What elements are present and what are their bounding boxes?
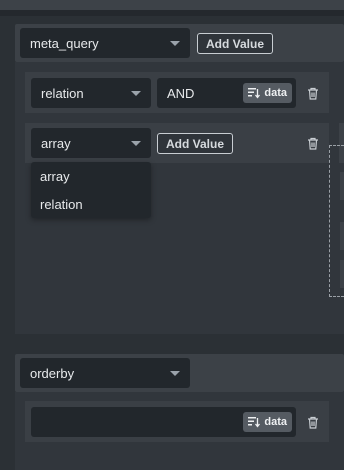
orderby-value-input[interactable]: data <box>31 407 296 437</box>
relation-value-input[interactable]: AND data <box>157 78 296 108</box>
orderby-data-label: data <box>264 416 287 428</box>
data-list-icon <box>248 417 261 428</box>
dropdown-option[interactable]: array <box>31 162 151 190</box>
array-key-dropdown: array relation <box>31 162 151 218</box>
nested-field-edge <box>340 260 344 288</box>
chevron-down-icon <box>131 140 141 146</box>
relation-data-label: data <box>264 87 287 99</box>
orderby-key-label: orderby <box>30 365 75 381</box>
trash-icon <box>308 87 318 100</box>
meta-query-key-select[interactable]: meta_query <box>20 28 190 58</box>
meta-query-add-value-button[interactable]: Add Value <box>197 33 273 54</box>
chevron-down-icon <box>170 370 180 376</box>
trash-icon <box>308 416 318 429</box>
meta-query-key-label: meta_query <box>30 35 99 51</box>
chevron-down-icon <box>170 40 180 46</box>
chevron-down-icon <box>131 90 141 96</box>
orderby-key-select[interactable]: orderby <box>20 358 190 388</box>
relation-key-label: relation <box>41 85 84 101</box>
nested-field-edge <box>340 172 344 200</box>
array-key-select[interactable]: array <box>31 128 151 158</box>
orderby-data-button[interactable]: data <box>243 412 292 432</box>
relation-key-select[interactable]: relation <box>31 78 151 108</box>
group-gap <box>0 334 344 352</box>
array-delete-button[interactable] <box>306 136 320 150</box>
relation-delete-button[interactable] <box>306 86 320 100</box>
orderby-delete-button[interactable] <box>306 415 320 429</box>
relation-value: AND <box>167 85 195 101</box>
array-add-value-button[interactable]: Add Value <box>157 133 233 154</box>
data-list-icon <box>248 88 261 99</box>
nested-field-edge <box>340 222 344 250</box>
trash-icon <box>308 137 318 150</box>
top-panel-edge <box>0 0 344 10</box>
array-key-label: array <box>41 135 71 151</box>
top-divider <box>0 10 344 16</box>
relation-data-button[interactable]: data <box>243 83 292 103</box>
dropdown-option[interactable]: relation <box>31 190 151 218</box>
